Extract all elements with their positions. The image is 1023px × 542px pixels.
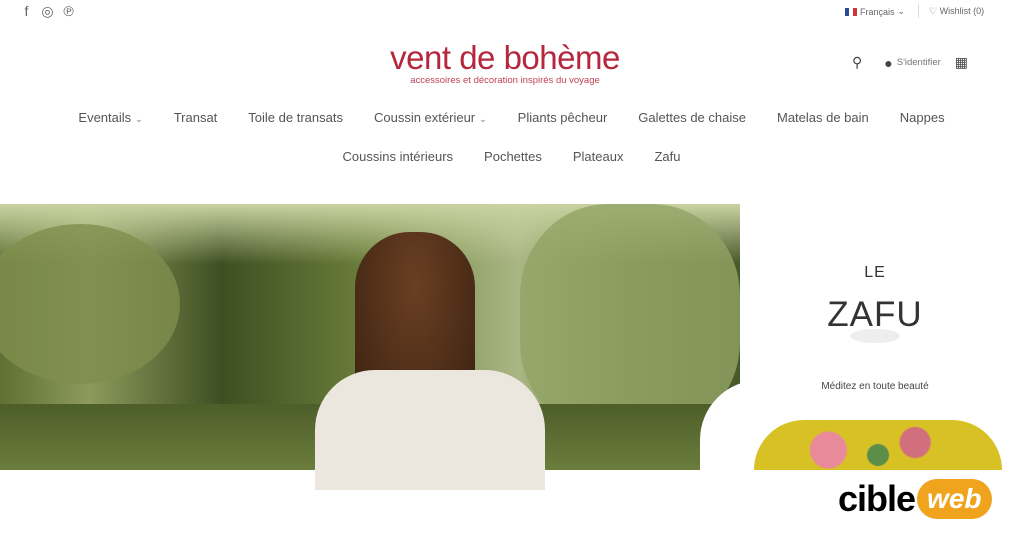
zafu-cushion-image (754, 420, 1002, 470)
search-icon[interactable]: ⚲ (852, 54, 862, 71)
nav-item-pliants-pecheur[interactable]: Pliants pêcheur (518, 110, 608, 125)
chevron-down-icon: ⌄ (479, 114, 487, 124)
chevron-down-icon: ⌄ (135, 114, 143, 124)
logo-tagline: accessoires et décoration inspirés du vo… (410, 75, 600, 86)
heart-icon: ♡ (929, 6, 938, 16)
promo-line1: LE (864, 264, 886, 281)
nav-item-galettes-de-chaise[interactable]: Galettes de chaise (638, 110, 746, 125)
instagram-icon[interactable]: ◎ (41, 4, 54, 19)
nav-item-matelas-de-bain[interactable]: Matelas de bain (777, 110, 869, 125)
nav-item-zafu[interactable]: Zafu (654, 149, 680, 164)
chevron-down-icon: ⌄ (897, 6, 906, 16)
wishlist-label: Wishlist (0) (939, 6, 985, 16)
nav-item-toile-de-transats[interactable]: Toile de transats (248, 110, 343, 125)
nav-item-coussin-exterieur[interactable]: Coussin extérieur ⌄ (374, 110, 487, 125)
cart-icon[interactable]: ▦ (955, 54, 968, 71)
nav-label: Eventails (78, 110, 132, 125)
wishlist-link[interactable]: ♡ Wishlist (0) (929, 6, 984, 17)
pinterest-icon[interactable]: ℗ (62, 4, 75, 19)
nav-item-coussins-interieurs[interactable]: Coussins intérieurs (343, 149, 454, 164)
social-links: f ◎ ℗ (20, 4, 75, 19)
header-actions: ⚲ ● S'identifier ▦ (852, 54, 968, 71)
nav-item-plateaux[interactable]: Plateaux (573, 149, 624, 164)
nav-item-pochettes[interactable]: Pochettes (484, 149, 542, 164)
french-flag-icon (845, 7, 857, 16)
nav-label: Coussin extérieur (373, 110, 476, 125)
nav-item-eventails[interactable]: Eventails ⌄ (78, 110, 142, 125)
language-label: Français (860, 6, 895, 17)
divider (918, 4, 919, 18)
nav-item-transat[interactable]: Transat (174, 110, 218, 125)
main-nav: Eventails ⌄ Transat Toile de transats Cou… (0, 110, 1023, 125)
top-bar: f ◎ ℗ Français ⌄ ♡ Wishlist (0) (0, 0, 1023, 26)
nav-item-nappes[interactable]: Nappes (900, 110, 945, 125)
logo-name: vent de bohème (390, 39, 620, 76)
site-logo[interactable]: vent de bohème accessoires et décoration… (330, 39, 680, 87)
promo-subtitle: Méditez en toute beauté (821, 381, 929, 392)
login-link[interactable]: S'identifier (897, 57, 941, 68)
main-nav-row2: Coussins intérieurs Pochettes Plateaux Z… (0, 149, 1023, 164)
hero-willow (520, 204, 740, 434)
lotus-icon (850, 329, 900, 343)
user-icon[interactable]: ● (884, 55, 892, 71)
language-selector[interactable]: Français ⌄ (845, 6, 905, 17)
facebook-icon[interactable]: f (20, 4, 33, 19)
cibleweb-logo: cible web (838, 478, 992, 520)
woman-shirt (315, 370, 545, 490)
cibleweb-part2: web (917, 479, 992, 519)
cibleweb-part1: cible (838, 478, 916, 519)
